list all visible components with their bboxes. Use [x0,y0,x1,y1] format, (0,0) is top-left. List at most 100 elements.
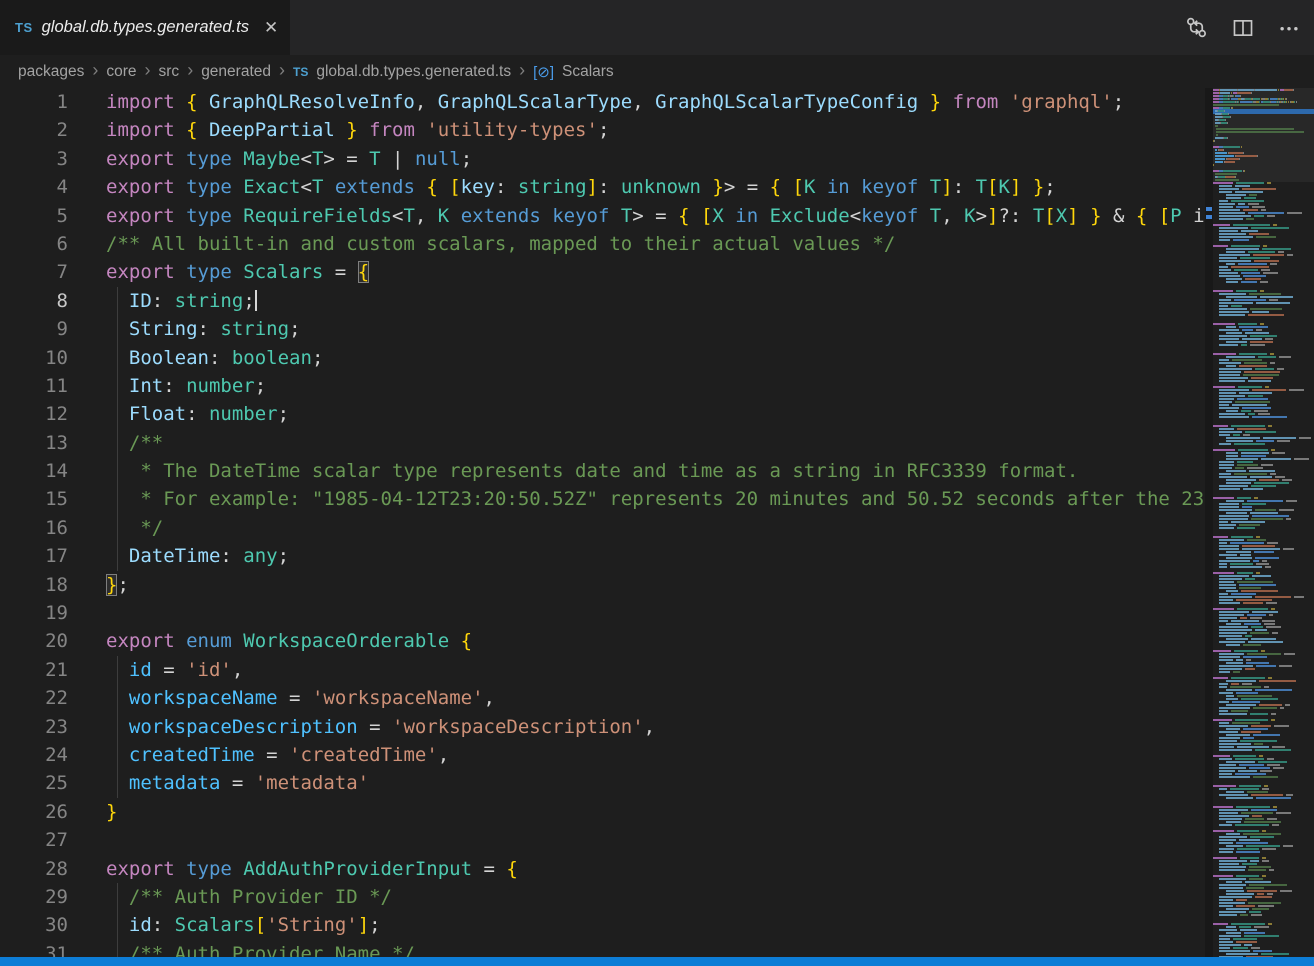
minimap-row [1213,887,1314,889]
breadcrumb-item-generated[interactable]: generated [201,63,271,81]
tab-global-db-types[interactable]: TS global.db.types.generated.ts ✕ [0,0,290,55]
minimap-row [1213,686,1314,688]
split-editor-icon[interactable] [1232,17,1254,39]
minimap-row [1213,467,1314,469]
minimap-row [1213,422,1314,424]
line-number: 8 [0,287,68,315]
code-line[interactable]: 20export enum WorkspaceOrderable { [0,627,1205,655]
code-line[interactable]: 6/** All built-in and custom scalars, ma… [0,230,1205,258]
code-line[interactable]: 2import { DeepPartial } from 'utility-ty… [0,116,1205,144]
minimap-row [1213,131,1314,133]
minimap-row [1213,488,1314,490]
minimap[interactable] [1213,88,1314,966]
minimap-row [1213,365,1314,367]
breadcrumb: packages › core › src › generated › TS g… [0,55,1314,88]
code-line[interactable]: 27 [0,826,1205,854]
line-number: 9 [0,315,68,343]
minimap-row [1213,590,1314,592]
minimap-row [1213,893,1314,895]
overview-ruler[interactable] [1205,88,1213,966]
code-line[interactable]: 14 * The DateTime scalar type represents… [0,457,1205,485]
minimap-row [1213,563,1314,565]
editor-group: 1import { GraphQLResolveInfo, GraphQLSca… [0,88,1314,966]
minimap-row [1213,557,1314,559]
minimap-row [1213,353,1314,355]
more-actions-icon[interactable] [1278,17,1300,39]
line-content: Boolean: boolean; [68,344,1205,372]
code-line[interactable]: 3export type Maybe<T> = T | null; [0,145,1205,173]
minimap-row [1213,542,1314,544]
minimap-row [1213,230,1314,232]
code-line[interactable]: 30 id: Scalars['String']; [0,911,1205,939]
breadcrumb-item-src[interactable]: src [159,63,180,81]
line-content: */ [68,514,1205,542]
code-line[interactable]: 19 [0,599,1205,627]
code-line[interactable]: 21 id = 'id', [0,656,1205,684]
minimap-row [1213,815,1314,817]
breadcrumb-item-symbol-scalars[interactable]: Scalars [562,63,614,81]
code-line[interactable]: 4export type Exact<T extends { [key: str… [0,173,1205,201]
code-line[interactable]: 7export type Scalars = { [0,258,1205,286]
code-line[interactable]: 1import { GraphQLResolveInfo, GraphQLSca… [0,88,1205,116]
minimap-row [1213,203,1314,205]
code-line[interactable]: 22 workspaceName = 'workspaceName', [0,684,1205,712]
line-content: import { GraphQLResolveInfo, GraphQLScal… [68,88,1205,116]
code-line[interactable]: 13 /** [0,429,1205,457]
minimap-row [1213,707,1314,709]
code-line[interactable]: 15 * For example: "1985-04-12T23:20:50.5… [0,485,1205,513]
minimap-row [1213,392,1314,394]
code-line[interactable]: 8 ID: string; [0,287,1205,315]
minimap-row [1213,734,1314,736]
code-line[interactable]: 18}; [0,571,1205,599]
minimap-row [1213,665,1314,667]
minimap-row [1213,470,1314,472]
code-line[interactable]: 16 */ [0,514,1205,542]
minimap-row [1213,344,1314,346]
line-content: } [68,798,1205,826]
line-content: export type RequireFields<T, K extends k… [68,202,1205,230]
code-line[interactable]: 29 /** Auth Provider ID */ [0,883,1205,911]
close-tab-icon[interactable]: ✕ [264,19,278,36]
open-changes-icon[interactable] [1185,16,1208,39]
code-line[interactable]: 10 Boolean: boolean; [0,344,1205,372]
minimap-row [1213,647,1314,649]
minimap-row [1213,599,1314,601]
minimap-row [1213,227,1314,229]
minimap-row [1213,950,1314,952]
minimap-row [1213,764,1314,766]
minimap-row [1213,896,1314,898]
minimap-row [1213,515,1314,517]
breadcrumb-separator: › [92,60,98,81]
minimap-row [1213,584,1314,586]
minimap-row [1213,287,1314,289]
breadcrumb-item-packages[interactable]: packages [18,63,84,81]
minimap-row [1213,593,1314,595]
minimap-row [1213,608,1314,610]
minimap-row [1213,500,1314,502]
minimap-row [1213,524,1314,526]
minimap-row [1213,944,1314,946]
minimap-row [1213,281,1314,283]
minimap-row [1213,197,1314,199]
code-area[interactable]: 1import { GraphQLResolveInfo, GraphQLSca… [0,88,1205,966]
code-line[interactable]: 23 workspaceDescription = 'workspaceDesc… [0,713,1205,741]
code-line[interactable]: 26} [0,798,1205,826]
code-line[interactable]: 24 createdTime = 'createdTime', [0,741,1205,769]
code-line[interactable]: 17 DateTime: any; [0,542,1205,570]
minimap-row [1213,221,1314,223]
minimap-row [1213,305,1314,307]
minimap-row [1213,905,1314,907]
minimap-row [1213,554,1314,556]
code-line[interactable]: 28export type AddAuthProviderInput = { [0,855,1205,883]
minimap-row [1213,503,1314,505]
code-line[interactable]: 25 metadata = 'metadata' [0,769,1205,797]
minimap-row [1213,740,1314,742]
code-line[interactable]: 11 Int: number; [0,372,1205,400]
breadcrumb-item-file[interactable]: global.db.types.generated.ts [316,63,511,81]
code-line[interactable]: 9 String: string; [0,315,1205,343]
code-line[interactable]: 5export type RequireFields<T, K extends … [0,202,1205,230]
line-content: Float: number; [68,400,1205,428]
code-line[interactable]: 12 Float: number; [0,400,1205,428]
breadcrumb-item-core[interactable]: core [106,63,136,81]
minimap-row [1213,782,1314,784]
